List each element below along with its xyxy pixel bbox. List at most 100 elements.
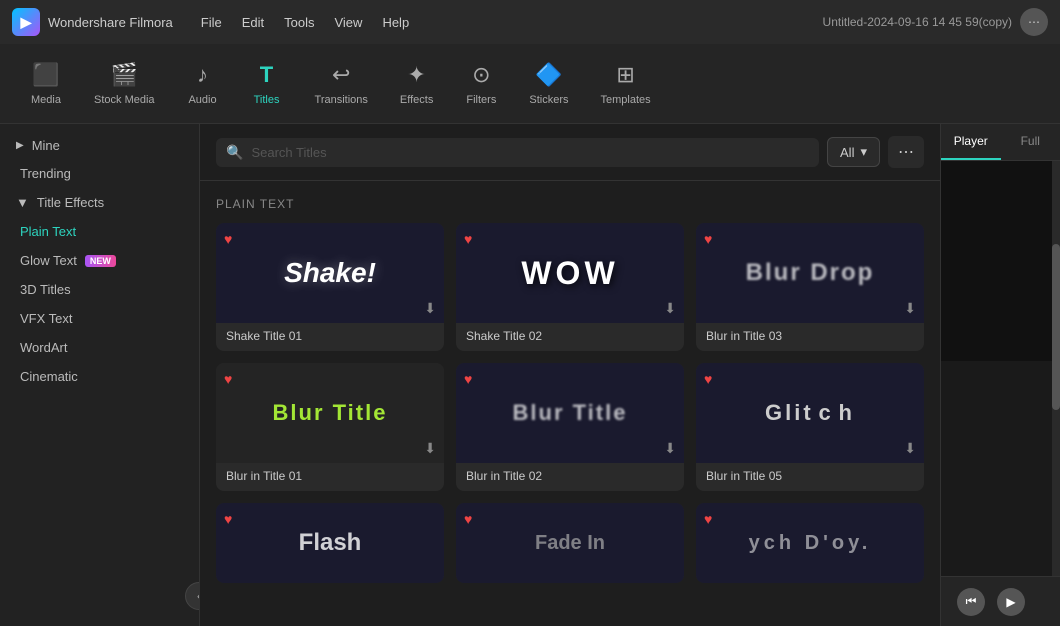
section-plain-text-header: PLAIN TEXT xyxy=(216,197,924,211)
favorite-icon: ♥ xyxy=(704,371,712,387)
transitions-label: Transitions xyxy=(315,94,368,106)
effects-label: Effects xyxy=(400,94,433,106)
thumb-shake-01: ♥ Shake! ⬇ xyxy=(216,223,444,323)
sidebar-item-trending[interactable]: Trending xyxy=(0,159,199,188)
favorite-icon: ♥ xyxy=(224,511,232,527)
menu-edit[interactable]: Edit xyxy=(242,11,264,34)
more-options-button[interactable]: ⋯ xyxy=(888,136,924,168)
sidebar-item-mine[interactable]: ▶ Mine xyxy=(0,132,199,159)
thumb-text-blur05: Glit c h xyxy=(765,400,855,426)
thumb-text-8: Fade In xyxy=(535,532,605,555)
toolbar-item-transitions[interactable]: ↩ Transitions xyxy=(301,54,382,114)
grid-item-blur-02[interactable]: ♥ Blur Title ⬇ Blur in Title 02 xyxy=(456,363,684,491)
sidebar-item-3d-titles[interactable]: 3D Titles xyxy=(0,275,199,304)
toolbar-item-stock-media[interactable]: 🎬 Stock Media xyxy=(80,54,169,114)
grid-container: PLAIN TEXT ♥ Shake! ⬇ Shake Title 01 ♥ W… xyxy=(200,181,940,626)
favorite-icon: ♥ xyxy=(704,231,712,247)
thumb-blur-05: ♥ Glit c h ⬇ xyxy=(696,363,924,463)
download-icon-2[interactable]: ⬇ xyxy=(664,300,676,317)
toolbar-item-templates[interactable]: ⊞ Templates xyxy=(586,54,664,114)
toolbar-item-stickers[interactable]: 🔷 Stickers xyxy=(515,54,582,114)
thumb-text-9: ych D'oy. xyxy=(749,532,872,555)
thumb-text-blur01: Blur Title xyxy=(273,400,388,426)
sidebar-item-wordart[interactable]: WordArt xyxy=(0,333,199,362)
titles-label: Titles xyxy=(254,94,280,106)
tab-full[interactable]: Full xyxy=(1001,124,1060,160)
menu-file[interactable]: File xyxy=(201,11,222,34)
collapse-sidebar-button[interactable]: ‹ xyxy=(185,582,200,610)
thumb-blur-02: ♥ Blur Title ⬇ xyxy=(456,363,684,463)
play-button[interactable]: ▶ xyxy=(997,588,1025,616)
player-content xyxy=(941,161,1060,576)
audio-label: Audio xyxy=(188,94,216,106)
search-input-wrap[interactable]: 🔍 xyxy=(216,138,819,167)
toolbar-item-media[interactable]: ⬛ Media xyxy=(16,54,76,114)
sidebar-item-glow-text[interactable]: Glow Text NEW xyxy=(0,246,199,275)
favorite-icon: ♥ xyxy=(704,511,712,527)
mine-label: Mine xyxy=(32,138,60,153)
grid-item-blur-01[interactable]: ♥ Blur Title ⬇ Blur in Title 01 xyxy=(216,363,444,491)
tab-player[interactable]: Player xyxy=(941,124,1001,160)
download-icon-5[interactable]: ⬇ xyxy=(664,440,676,457)
menu-view[interactable]: View xyxy=(334,11,362,34)
player-tabs: Player Full xyxy=(941,124,1060,161)
thumb-text-7: Flash xyxy=(299,529,362,557)
filter-dropdown[interactable]: All ▾ xyxy=(827,137,880,167)
mine-arrow-icon: ▶ xyxy=(16,140,24,151)
window-menu-button[interactable]: ⋯ xyxy=(1020,8,1048,36)
toolbar-item-audio[interactable]: ♪ Audio xyxy=(173,54,233,114)
thumb-text-shake02: WOW xyxy=(521,255,618,292)
title-effects-arrow-icon: ▼ xyxy=(16,195,29,210)
grid-item-9[interactable]: ♥ ych D'oy. xyxy=(696,503,924,583)
menu-tools[interactable]: Tools xyxy=(284,11,314,34)
sidebar-item-title-effects[interactable]: ▼ Title Effects xyxy=(0,188,199,217)
media-label: Media xyxy=(31,94,61,106)
search-input[interactable] xyxy=(251,145,809,160)
toolbar-item-titles[interactable]: T Titles xyxy=(237,54,297,114)
download-icon-1[interactable]: ⬇ xyxy=(424,300,436,317)
scroll-thumb[interactable] xyxy=(1052,244,1060,410)
sidebar-item-vfx-text[interactable]: VFX Text xyxy=(0,304,199,333)
filter-chevron-icon: ▾ xyxy=(860,144,867,160)
stock-media-icon: 🎬 xyxy=(111,62,138,88)
sidebar-item-plain-text[interactable]: Plain Text xyxy=(0,217,199,246)
filters-label: Filters xyxy=(466,94,496,106)
thumb-9: ♥ ych D'oy. xyxy=(696,503,924,583)
document-title: Untitled-2024-09-16 14 45 59(copy) xyxy=(823,15,1012,29)
grid-item-7[interactable]: ♥ Flash xyxy=(216,503,444,583)
media-icon: ⬛ xyxy=(32,62,59,88)
grid-item-shake-02[interactable]: ♥ WOW ⬇ Shake Title 02 xyxy=(456,223,684,351)
label-shake-02: Shake Title 02 xyxy=(456,323,684,351)
favorite-icon: ♥ xyxy=(464,371,472,387)
download-icon-3[interactable]: ⬇ xyxy=(904,300,916,317)
content-area: 🔍 All ▾ ⋯ PLAIN TEXT ♥ Shake! ⬇ xyxy=(200,124,940,626)
glow-text-label: Glow Text xyxy=(20,253,77,268)
sidebar-item-cinematic[interactable]: Cinematic xyxy=(0,362,199,391)
grid-item-blur-03[interactable]: ♥ Blur Drop ⬇ Blur in Title 03 xyxy=(696,223,924,351)
app-logo: ▶ xyxy=(12,8,40,36)
toolbar-item-effects[interactable]: ✦ Effects xyxy=(386,54,447,114)
label-shake-01: Shake Title 01 xyxy=(216,323,444,351)
grid-item-blur-05[interactable]: ♥ Glit c h ⬇ Blur in Title 05 xyxy=(696,363,924,491)
thumb-text-shake01: Shake! xyxy=(284,257,376,289)
search-bar: 🔍 All ▾ ⋯ xyxy=(200,124,940,181)
thumb-text-blur03: Blur Drop xyxy=(746,259,875,287)
grid-item-shake-01[interactable]: ♥ Shake! ⬇ Shake Title 01 xyxy=(216,223,444,351)
titles-icon: T xyxy=(260,62,273,88)
menu-help[interactable]: Help xyxy=(382,11,409,34)
label-blur-05: Blur in Title 05 xyxy=(696,463,924,491)
favorite-icon: ♥ xyxy=(224,371,232,387)
thumb-shake-02: ♥ WOW ⬇ xyxy=(456,223,684,323)
thumb-text-blur02: Blur Title xyxy=(513,400,628,426)
toolbar: ⬛ Media 🎬 Stock Media ♪ Audio T Titles ↩… xyxy=(0,44,1060,124)
templates-label: Templates xyxy=(600,94,650,106)
download-icon-4[interactable]: ⬇ xyxy=(424,440,436,457)
label-blur-02: Blur in Title 02 xyxy=(456,463,684,491)
rewind-button[interactable]: ⏮ xyxy=(957,588,985,616)
grid-item-8[interactable]: ♥ Fade In xyxy=(456,503,684,583)
wordart-label: WordArt xyxy=(20,340,67,355)
download-icon-6[interactable]: ⬇ xyxy=(904,440,916,457)
audio-icon: ♪ xyxy=(197,62,208,88)
toolbar-item-filters[interactable]: ⊙ Filters xyxy=(451,54,511,114)
thumb-blur-01: ♥ Blur Title ⬇ xyxy=(216,363,444,463)
